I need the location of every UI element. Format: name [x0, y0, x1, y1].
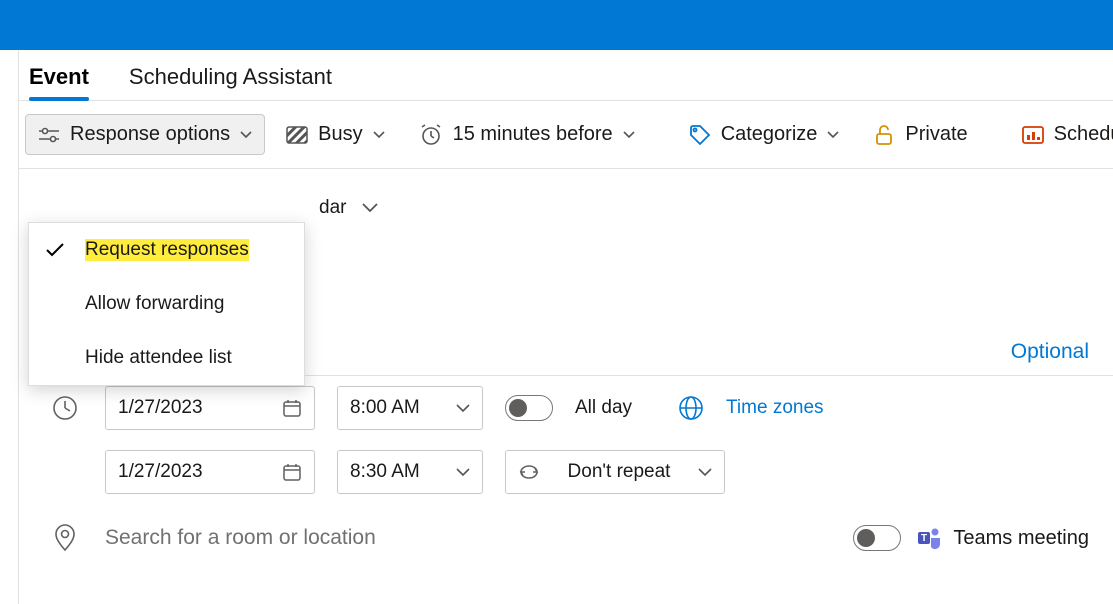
chevron-down-icon — [373, 131, 385, 139]
chevron-down-icon — [456, 468, 470, 477]
tab-scheduling-assistant[interactable]: Scheduling Assistant — [129, 64, 332, 100]
editor-tabs: Event Scheduling Assistant — [19, 50, 1113, 101]
location-input[interactable]: Search for a room or location — [105, 526, 831, 550]
optional-attendees-link[interactable]: Optional — [1011, 340, 1089, 364]
all-day-toggle[interactable] — [505, 395, 553, 421]
teams-meeting-label: T Teams meeting — [917, 526, 1089, 550]
tab-event[interactable]: Event — [29, 64, 89, 100]
svg-text:T: T — [921, 533, 927, 544]
dropdown-item-request-responses[interactable]: Request responses — [29, 223, 304, 277]
calendar-icon — [282, 398, 302, 418]
teams-icon: T — [917, 526, 943, 550]
title-bar — [0, 0, 1113, 50]
clock-icon — [47, 395, 83, 421]
recurrence-input[interactable]: Don't repeat — [505, 450, 725, 494]
location-row: Search for a room or location T Teams me… — [19, 514, 1113, 562]
tag-icon — [689, 124, 711, 146]
chevron-down-icon — [362, 203, 378, 213]
sliders-icon — [38, 125, 60, 145]
scheduling-poll-label: Schedu — [1054, 123, 1113, 146]
chevron-down-icon — [623, 131, 635, 139]
location-icon — [47, 524, 83, 552]
time-zones-link[interactable]: Time zones — [726, 397, 824, 419]
start-date-input[interactable]: 1/27/2023 — [105, 386, 315, 430]
end-datetime-row: 1/27/2023 8:30 AM Don't repeat — [19, 440, 1113, 504]
categorize-button[interactable]: Categorize — [676, 114, 853, 155]
calendar-selector-fragment: dar — [319, 197, 346, 219]
chevron-down-icon — [698, 468, 712, 477]
teams-meeting-text: Teams meeting — [953, 527, 1089, 550]
alarm-clock-icon — [419, 124, 443, 146]
dropdown-item-allow-forwarding[interactable]: Allow forwarding — [29, 277, 304, 331]
dropdown-item-label: Hide attendee list — [85, 347, 232, 369]
response-options-button[interactable]: Response options — [25, 114, 265, 155]
private-button[interactable]: Private — [860, 114, 980, 155]
start-time-input[interactable]: 8:00 AM — [337, 386, 483, 430]
start-time-value: 8:00 AM — [350, 397, 420, 419]
end-date-input[interactable]: 1/27/2023 — [105, 450, 315, 494]
end-time-input[interactable]: 8:30 AM — [337, 450, 483, 494]
end-time-value: 8:30 AM — [350, 461, 420, 483]
response-options-label: Response options — [70, 123, 230, 146]
end-date-value: 1/27/2023 — [118, 461, 203, 483]
chevron-down-icon — [827, 131, 839, 139]
scheduling-poll-button[interactable]: Schedu — [1009, 114, 1113, 155]
dropdown-item-label: Request responses — [85, 239, 249, 261]
private-label: Private — [905, 123, 967, 146]
chevron-down-icon — [456, 404, 470, 413]
lock-open-icon — [873, 124, 895, 146]
event-editor: Event Scheduling Assistant Response opti… — [18, 50, 1113, 604]
calendar-icon — [282, 462, 302, 482]
calendar-selector-peek[interactable]: dar — [19, 177, 1113, 219]
show-as-button[interactable]: Busy — [273, 114, 397, 155]
response-options-dropdown: Request responses Allow forwarding Hide … — [28, 222, 305, 386]
all-day-label: All day — [575, 397, 632, 419]
dropdown-item-label: Allow forwarding — [85, 293, 224, 315]
globe-icon — [678, 395, 704, 421]
categorize-label: Categorize — [721, 123, 818, 146]
chevron-down-icon — [240, 131, 252, 139]
poll-icon — [1022, 125, 1044, 145]
teams-meeting-toggle[interactable] — [853, 525, 901, 551]
recurrence-value: Don't repeat — [568, 461, 671, 483]
toolbar: Response options Busy 15 minutes before — [19, 101, 1113, 169]
start-date-value: 1/27/2023 — [118, 397, 203, 419]
busy-icon — [286, 126, 308, 144]
checkmark-icon — [43, 242, 67, 258]
reminder-label: 15 minutes before — [453, 123, 613, 146]
repeat-icon — [518, 462, 540, 482]
reminder-button[interactable]: 15 minutes before — [406, 114, 648, 155]
show-as-label: Busy — [318, 123, 362, 146]
dropdown-item-hide-attendee-list[interactable]: Hide attendee list — [29, 331, 304, 385]
